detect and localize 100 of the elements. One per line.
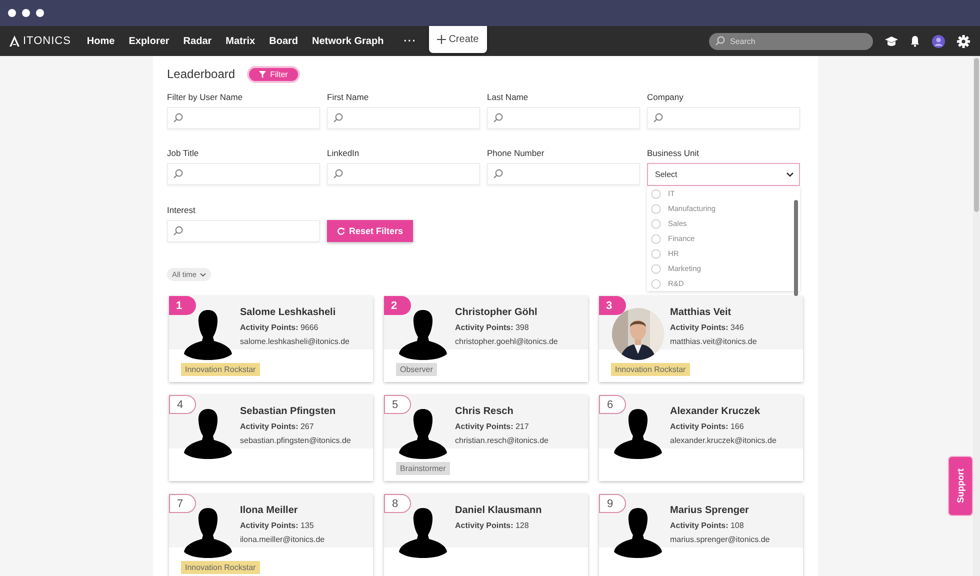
select-dropdown[interactable]: Select xyxy=(647,163,800,186)
person-name: Daniel Klausmann xyxy=(455,505,542,516)
reset-filters-button[interactable]: Reset Filters xyxy=(327,220,413,242)
leaderboard-card[interactable]: 1 Salome Leshkasheli Activity Points: 9666 salome.leshkasheli@itonics.de Innovation Rockstar xyxy=(169,296,373,382)
nav-item[interactable]: Radar xyxy=(183,34,212,48)
person-silhouette-icon xyxy=(612,407,664,459)
leaderboard-card[interactable]: 5 Chris Resch Activity Points: 217 christian.resch@itonics.de Brainstormer xyxy=(384,395,588,481)
search-field[interactable]: Search xyxy=(709,32,873,50)
window-dot-icon[interactable] xyxy=(22,9,30,17)
search-field[interactable] xyxy=(647,107,800,129)
activity-points: Activity Points: 346 xyxy=(670,323,745,332)
more-button[interactable]: ··· xyxy=(404,36,417,46)
activity-points: Activity Points: 166 xyxy=(670,422,745,431)
filter-label: Interest xyxy=(167,205,196,215)
graduation-cap-icon[interactable] xyxy=(885,36,898,46)
activity-points: Activity Points: 9666 xyxy=(240,323,320,332)
person-silhouette-icon xyxy=(397,407,449,459)
nav-item[interactable]: Explorer xyxy=(128,34,170,48)
person-silhouette-icon xyxy=(182,308,234,360)
filter-label: Last Name xyxy=(487,92,530,102)
logo-text: ITONICS xyxy=(23,35,71,47)
user-avatar-icon[interactable] xyxy=(932,34,945,48)
role-tag: Innovation Rockstar xyxy=(181,363,260,376)
person-silhouette-icon xyxy=(397,506,449,558)
search-icon xyxy=(333,113,343,123)
filter-label: Filter by User Name xyxy=(167,92,244,102)
leaderboard-card[interactable]: 9 Marius Sprenger Activity Points: 108 marius.sprenger@itonics.de xyxy=(599,494,803,576)
email-text: christopher.goehl@itonics.de xyxy=(455,337,558,346)
person-name: Marius Sprenger xyxy=(670,505,750,516)
search-icon xyxy=(333,169,343,179)
person-silhouette-icon xyxy=(182,506,234,558)
support-button[interactable]: Support xyxy=(949,457,972,515)
page-title: Leaderboard xyxy=(167,67,236,81)
email-text: ilona.meiller@itonics.de xyxy=(240,535,325,544)
nav-item[interactable]: Network Graph xyxy=(312,34,384,48)
person-silhouette-icon xyxy=(397,308,449,360)
person-name: Alexander Kruczek xyxy=(670,406,762,417)
logo-icon xyxy=(9,35,20,47)
rank-badge: 3 xyxy=(599,296,626,315)
filter-label: Company xyxy=(647,92,684,102)
leaderboard-card[interactable]: 8 Daniel Klausmann Activity Points: 128 xyxy=(384,494,588,576)
person-silhouette-icon xyxy=(182,407,234,459)
search-field[interactable] xyxy=(167,107,320,129)
filter-label: Job Title xyxy=(167,148,200,158)
settings-icon[interactable] xyxy=(957,34,970,48)
search-icon xyxy=(173,169,183,179)
person-name: Chris Resch xyxy=(455,406,514,417)
window-dot-icon[interactable] xyxy=(36,9,44,17)
plus-icon xyxy=(436,35,446,44)
search-field[interactable] xyxy=(487,107,640,129)
create-button[interactable]: Create xyxy=(428,26,487,53)
search-field[interactable] xyxy=(167,220,320,242)
scrollbar[interactable] xyxy=(974,58,979,212)
email-text: christian.resch@itonics.de xyxy=(455,436,548,445)
person-name: Sebastian Pfingsten xyxy=(240,406,337,417)
window-dot-icon[interactable] xyxy=(8,9,16,17)
nav-item[interactable]: Home xyxy=(86,34,115,48)
search-icon xyxy=(653,113,663,123)
activity-points: Activity Points: 217 xyxy=(455,422,530,431)
role-tag: Innovation Rockstar xyxy=(611,363,690,376)
person-name: Salome Leshkasheli xyxy=(240,307,337,318)
leaderboard-card[interactable]: 2 Christopher Göhl Activity Points: 398 christopher.goehl@itonics.de Observer xyxy=(384,296,588,382)
email-text: alexander.kruczek@itonics.de xyxy=(670,436,776,445)
email-text: sebastian.pfingsten@itonics.de xyxy=(240,436,351,445)
leaderboard-card[interactable]: 3 Matthias Veit Activity Points: 346 matthias.veit@itonics.de Innovation Rockstar xyxy=(599,296,803,382)
email-text: marius.sprenger@itonics.de xyxy=(670,535,770,544)
activity-points: Activity Points: 398 xyxy=(455,323,530,332)
person-name: Christopher Göhl xyxy=(455,307,538,318)
refresh-icon xyxy=(336,227,345,235)
email-text: salome.leshkasheli@itonics.de xyxy=(240,337,350,346)
activity-points: Activity Points: 128 xyxy=(455,521,530,530)
nav-item[interactable]: Matrix xyxy=(226,34,256,48)
bell-icon[interactable] xyxy=(910,35,920,47)
role-tag: Observer xyxy=(396,363,437,376)
activity-points: Activity Points: 267 xyxy=(240,422,315,431)
chevron-down-icon xyxy=(200,272,206,276)
scrollbar[interactable] xyxy=(794,200,798,296)
activity-points: Activity Points: 135 xyxy=(240,521,315,530)
person-silhouette-icon xyxy=(612,506,664,558)
filter-label: Phone Number xyxy=(487,148,546,158)
email-text: matthias.veit@itonics.de xyxy=(670,337,757,346)
role-tag: Brainstormer xyxy=(396,462,450,475)
person-name: Ilona Meiller xyxy=(240,505,299,516)
leaderboard-card[interactable]: 4 Sebastian Pfingsten Activity Points: 267 sebastian.pfingsten@itonics.de xyxy=(169,395,373,481)
filter-button[interactable]: Filter xyxy=(249,68,298,80)
filter-label: First Name xyxy=(327,92,370,102)
filter-icon xyxy=(259,70,266,78)
search-field[interactable] xyxy=(327,107,480,129)
nav-item[interactable]: Board xyxy=(269,34,298,48)
search-field[interactable] xyxy=(327,163,480,185)
activity-points: Activity Points: 108 xyxy=(670,521,745,530)
person-name: Matthias Veit xyxy=(670,307,732,318)
filter-label: Business Unit xyxy=(647,148,700,158)
filter-label: LinkedIn xyxy=(327,148,360,158)
search-icon xyxy=(493,169,503,179)
leaderboard-card[interactable]: 6 Alexander Kruczek Activity Points: 166 alexander.kruczek@itonics.de xyxy=(599,395,803,481)
leaderboard-card[interactable]: 7 Ilona Meiller Activity Points: 135 ilona.meiller@itonics.de Innovation Rockstar xyxy=(169,494,373,576)
search-field[interactable] xyxy=(487,163,640,185)
search-icon xyxy=(173,226,183,236)
search-field[interactable] xyxy=(167,163,320,185)
